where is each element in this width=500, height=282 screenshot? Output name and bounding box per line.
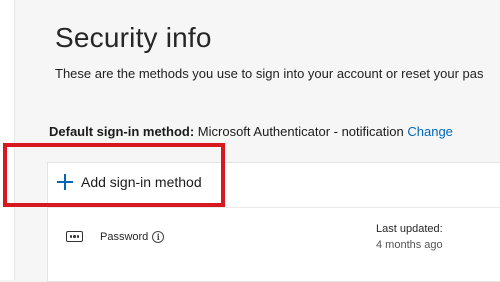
default-method-label: Default sign-in method: xyxy=(49,124,195,139)
method-name: Password i xyxy=(100,231,165,243)
last-updated: Last updated: 4 months ago xyxy=(376,221,443,253)
add-sign-in-method-label: Add sign-in method xyxy=(81,174,202,190)
left-gutter xyxy=(0,0,15,280)
password-dots-icon xyxy=(66,231,83,242)
method-row-password: Password i Last updated: 4 months ago xyxy=(48,215,500,265)
last-updated-value: 4 months ago xyxy=(376,239,443,251)
page-subtitle: These are the methods you use to sign in… xyxy=(55,66,484,81)
security-info-page: Security info These are the methods you … xyxy=(15,0,500,282)
add-method-row: Add sign-in method xyxy=(48,163,500,208)
add-sign-in-method-button[interactable]: Add sign-in method xyxy=(56,173,202,191)
default-method-value: Microsoft Authenticator - notification xyxy=(197,124,404,139)
change-default-method-link[interactable]: Change xyxy=(407,124,453,139)
method-name-text: Password xyxy=(100,231,149,243)
default-sign-in-method: Default sign-in method: Microsoft Authen… xyxy=(49,124,453,139)
sign-in-methods-card: Add sign-in method Password i Last updat… xyxy=(47,162,500,282)
page-title: Security info xyxy=(55,22,212,53)
info-icon[interactable]: i xyxy=(152,231,165,243)
plus-icon xyxy=(56,173,74,191)
last-updated-label: Last updated: xyxy=(376,223,443,235)
